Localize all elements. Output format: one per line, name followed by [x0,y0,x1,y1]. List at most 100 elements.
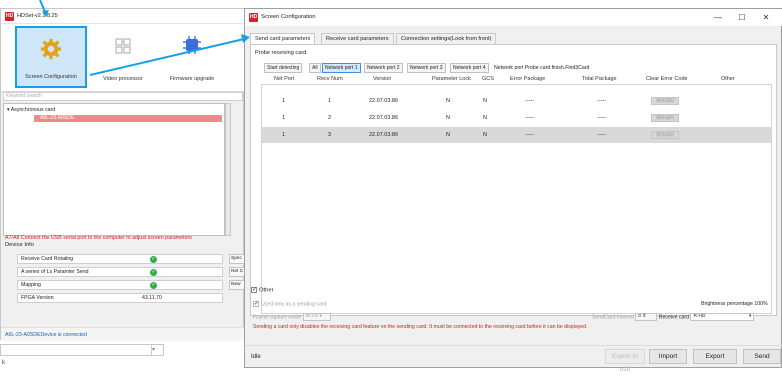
hdset-toolbar: Screen Configuration Video processor Fir… [1,24,245,92]
receive-card-value: R-HD [693,314,706,319]
footer-divider [245,345,782,346]
cell-net-port: 1 [282,115,286,121]
send-card-panel: Probe receiving card Start detecting All… [250,44,777,316]
info-row-label: Mapping [21,282,41,288]
table-row[interactable]: 1 3 22.07.03.86 N N ----- ----- 清除误码 [262,127,771,143]
import-button[interactable]: Import [649,349,687,364]
sending-only-checkbox[interactable] [253,300,259,307]
grid-icon [115,38,131,54]
check-icon: ✓ [150,282,157,289]
net-button[interactable]: Net C [229,267,245,277]
network-port-4-button[interactable]: Network port 4 [450,63,489,73]
chevron-down-icon: ▾ [319,314,322,319]
table-row[interactable]: 1 1 22.07.03.86 N N ----- ----- 清除误码 [262,93,771,109]
other-checkbox-row[interactable]: Other [251,286,274,294]
export-button[interactable]: Export [693,349,737,364]
col-other: Other [721,76,735,82]
frame-capture-value: 60 Hz [305,314,319,319]
info-row-label: FPGA Version [21,295,54,301]
cell-version: 22.07.03.86 [369,132,399,138]
col-gcs: GCS [482,76,494,82]
video-processor-button[interactable]: Video processor [93,26,153,88]
send-button[interactable]: Send [743,349,781,364]
cell-version: 22.07.03.86 [369,98,399,104]
other-checkbox[interactable] [251,286,257,293]
sendcard-interval-label: SendCard Interval [592,314,634,321]
tab-receive-card-parameters[interactable]: Receive card parameters [321,33,394,44]
check-icon: ✓ [150,256,157,263]
gear-icon [40,38,62,60]
new-button[interactable]: New [229,280,245,290]
cell-recv-num: 3 [328,132,332,138]
sendcard-interval-row: SendCard Interval 0 ⇕ Receive card R-HD ▾ [592,313,755,321]
info-row-mapping: Mapping ✓ [17,280,223,290]
table-row[interactable]: 1 2 22.07.03.86 N N ----- ----- 清除误码 [262,110,771,126]
interval-value: 0 [638,314,641,319]
cell-parameter-lock: N [446,132,450,138]
frame-capture-select[interactable]: 60 Hz ▾ [302,313,331,321]
cell-gcs: N [483,132,487,138]
dropdown-divider [151,345,152,355]
cell-gcs: N [483,98,487,104]
frame-capture-row: Frame capture mode 60 Hz ▾ [253,313,331,321]
hdset-title: HDSet-v2.1.8.25 [17,13,58,19]
minimize-button[interactable]: — [707,9,729,26]
maximize-button[interactable]: ☐ [731,9,753,26]
col-total-package: Total Package [582,76,617,82]
cell-version: 22.07.03.86 [369,115,399,121]
sendcard-interval-spinner[interactable]: 0 ⇕ [635,313,658,321]
probe-receiving-card-label: Probe receiving card [255,50,307,56]
tree-scrollbar[interactable] [225,103,231,236]
cell-total-package: ----- [597,98,607,104]
cell-parameter-lock: N [446,98,450,104]
hdset-status-bar: A6L-23-A0SDEDevice is connected [1,327,245,341]
frame-capture-label: Frame capture mode [253,314,302,321]
device-tree[interactable]: ▾ Asynchronous card A6L-23-A0SDE [3,103,225,236]
chevron-down-icon: ▾ [151,347,155,353]
info-row-receive-card-rotating: Receive Card Rotating ✓ [17,254,223,264]
tab-connection-settings[interactable]: Connection settings(Look from front) [396,33,497,44]
network-port-1-button[interactable]: Network port 1 [322,63,361,73]
bottom-dropdown[interactable]: ▾ [0,344,164,356]
export-to-usb-button[interactable]: Export to usb [605,349,645,373]
tree-root[interactable]: ▾ Asynchronous card [7,107,55,113]
spec-button[interactable]: Spec [229,254,245,264]
usb-warning: A7/A8 Connect the USB serial port to the… [5,235,192,241]
cell-recv-num: 1 [328,98,332,104]
sending-card-note: Sending a card only disables the receivi… [253,324,588,330]
screen-configuration-dialog: HD Screen Configuration — ☐ ✕ Send card … [244,8,782,373]
dialog-title: Screen Configuration [261,14,316,20]
cell-total-package: ----- [597,132,607,138]
cell-net-port: 1 [282,132,286,138]
close-button[interactable]: ✕ [755,9,777,26]
col-parameter-lock: Parameter Lock [432,76,471,82]
clear-error-code-button[interactable]: 清除误码 [651,97,679,105]
device-info-heading: Device Info [5,242,34,248]
clear-error-code-button[interactable]: 清除误码 [651,114,679,122]
dialog-titlebar: HD Screen Configuration — ☐ ✕ [245,9,782,26]
start-detecting-button[interactable]: Start detecting [264,63,303,73]
tree-device-item[interactable]: A6L-23-A0SDE [34,115,222,122]
cell-error-package: ----- [525,132,535,138]
screen-configuration-label: Screen Configuration [25,74,77,80]
info-row-label: A series of Ls Paramter Send [21,269,89,275]
chevron-down-icon: ▾ [749,314,752,319]
cell-net-port: 1 [282,98,286,104]
receive-card-select[interactable]: R-HD ▾ [690,313,755,321]
network-port-2-button[interactable]: Network port 2 [364,63,403,73]
info-row-fpga-version: FPGA Version 43.11.70 [17,293,223,303]
spinner-arrows-icon: ⇕ [642,314,647,319]
clear-error-code-button[interactable]: 清除误码 [651,131,679,139]
network-port-3-button[interactable]: Network port 3 [407,63,446,73]
sending-only-row[interactable]: Used only as a sending card [253,300,326,307]
keyword-search-input[interactable]: Keyword search [3,92,243,101]
firmware-upgrade-button[interactable]: Firmware upgrade [157,26,227,88]
hdset-window: HD HDSet-v2.1.8.25 Screen Configuration … [0,8,245,341]
brightness-percentage: Brightness percentage 100% [701,301,768,307]
screen-configuration-button[interactable]: Screen Configuration [15,26,87,88]
col-version: Version [373,76,392,82]
cell-error-package: ----- [525,115,535,121]
cell-parameter-lock: N [446,115,450,121]
receive-card-label: Receive card [658,314,689,321]
all-button[interactable]: All [309,63,321,73]
